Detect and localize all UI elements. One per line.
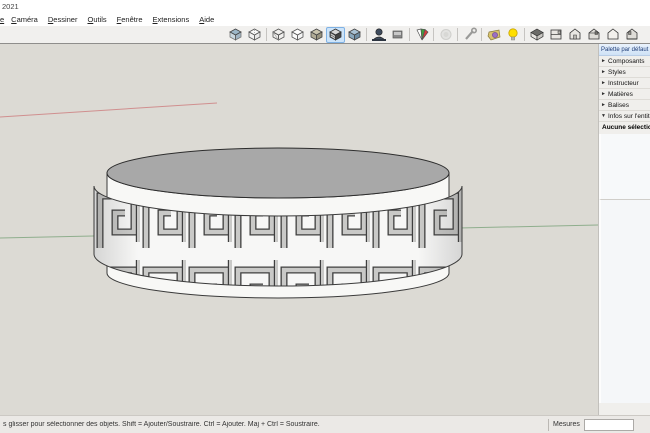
look-around-icon[interactable] — [388, 27, 407, 43]
entity-info-status: Aucune sélection — [599, 122, 650, 134]
shaded-with-textures-face-style-icon[interactable] — [326, 27, 345, 43]
chevron-right-icon: ► — [601, 78, 606, 89]
panel-instructeur[interactable]: ► Instructeur — [599, 78, 650, 89]
panel-label: Matières — [608, 89, 633, 100]
menu-item-fenetre[interactable]: Fenêtre — [112, 13, 148, 26]
toolbar-separator — [481, 28, 482, 41]
status-hint-text: s glisser pour sélectionner des objets. … — [0, 421, 548, 428]
panel-label: Instructeur — [608, 78, 639, 89]
monochrome-face-style-icon[interactable] — [345, 27, 364, 43]
default-tray: Palette par défaut ► Composants ► Styles… — [598, 44, 650, 415]
chevron-right-icon: ► — [601, 67, 606, 78]
model-greek-key-ring[interactable] — [94, 148, 462, 298]
front-view-icon[interactable] — [565, 27, 584, 43]
top-view-icon[interactable] — [546, 27, 565, 43]
lightbulb-icon[interactable] — [503, 27, 522, 43]
tray-header[interactable]: Palette par défaut — [599, 44, 650, 56]
panel-balises[interactable]: ► Balises — [599, 100, 650, 111]
hidden-line-face-style-icon[interactable] — [288, 27, 307, 43]
sandbox-icon[interactable] — [484, 27, 503, 43]
tray-empty-area — [599, 200, 650, 403]
measurements-box: Mesures — [548, 419, 634, 431]
right-view-icon[interactable] — [584, 27, 603, 43]
fog-icon[interactable] — [436, 27, 455, 43]
wireframe-face-style-icon[interactable] — [269, 27, 288, 43]
model-top-face — [107, 148, 449, 198]
panel-label: Composants — [608, 56, 645, 67]
toolbar-separator — [409, 28, 410, 41]
chevron-right-icon: ► — [601, 56, 606, 67]
status-bar: s glisser pour sélectionner des objets. … — [0, 415, 650, 433]
toolbar-separator — [266, 28, 267, 41]
toolbar-separator — [457, 28, 458, 41]
panel-composants[interactable]: ► Composants — [599, 56, 650, 67]
toolbar-separator — [524, 28, 525, 41]
toolbar-separator — [366, 28, 367, 41]
entity-info-panel-body — [599, 134, 650, 200]
panel-matieres[interactable]: ► Matières — [599, 89, 650, 100]
panel-label: Infos sur l'entité — [608, 111, 650, 122]
menu-bar: e Caméra Dessiner Outils Fenêtre Extensi… — [0, 13, 650, 26]
chevron-right-icon: ► — [601, 100, 606, 111]
left-view-icon[interactable] — [622, 27, 641, 43]
menu-item-outils[interactable]: Outils — [82, 13, 111, 26]
window-title: 2021 — [0, 0, 650, 13]
red-axis-line — [0, 103, 217, 117]
position-camera-icon[interactable] — [369, 27, 388, 43]
styles-fan-icon[interactable] — [412, 27, 431, 43]
panel-label: Balises — [608, 100, 629, 111]
back-edges-face-style-icon[interactable] — [245, 27, 264, 43]
iso-view-icon[interactable] — [527, 27, 546, 43]
menu-item-camera[interactable]: Caméra — [6, 13, 43, 26]
xray-face-style-icon[interactable] — [226, 27, 245, 43]
toolbar-spacer — [0, 34, 226, 35]
toolbar-separator — [433, 28, 434, 41]
menu-item-extensions[interactable]: Extensions — [148, 13, 195, 26]
shaded-face-style-icon[interactable] — [307, 27, 326, 43]
main-toolbar — [0, 26, 650, 44]
model-viewport[interactable] — [0, 44, 598, 415]
chevron-right-icon: ► — [601, 89, 606, 100]
menu-item-aide[interactable]: Aide — [194, 13, 219, 26]
measurements-input[interactable] — [584, 419, 634, 431]
back-view-icon[interactable] — [603, 27, 622, 43]
menu-item-dessiner[interactable]: Dessiner — [43, 13, 83, 26]
measurements-label: Mesures — [553, 421, 580, 428]
wrench-icon[interactable] — [460, 27, 479, 43]
panel-entity-info[interactable]: ▼ Infos sur l'entité — [599, 111, 650, 122]
panel-styles[interactable]: ► Styles — [599, 67, 650, 78]
chevron-down-icon: ▼ — [601, 111, 606, 122]
panel-label: Styles — [608, 67, 626, 78]
